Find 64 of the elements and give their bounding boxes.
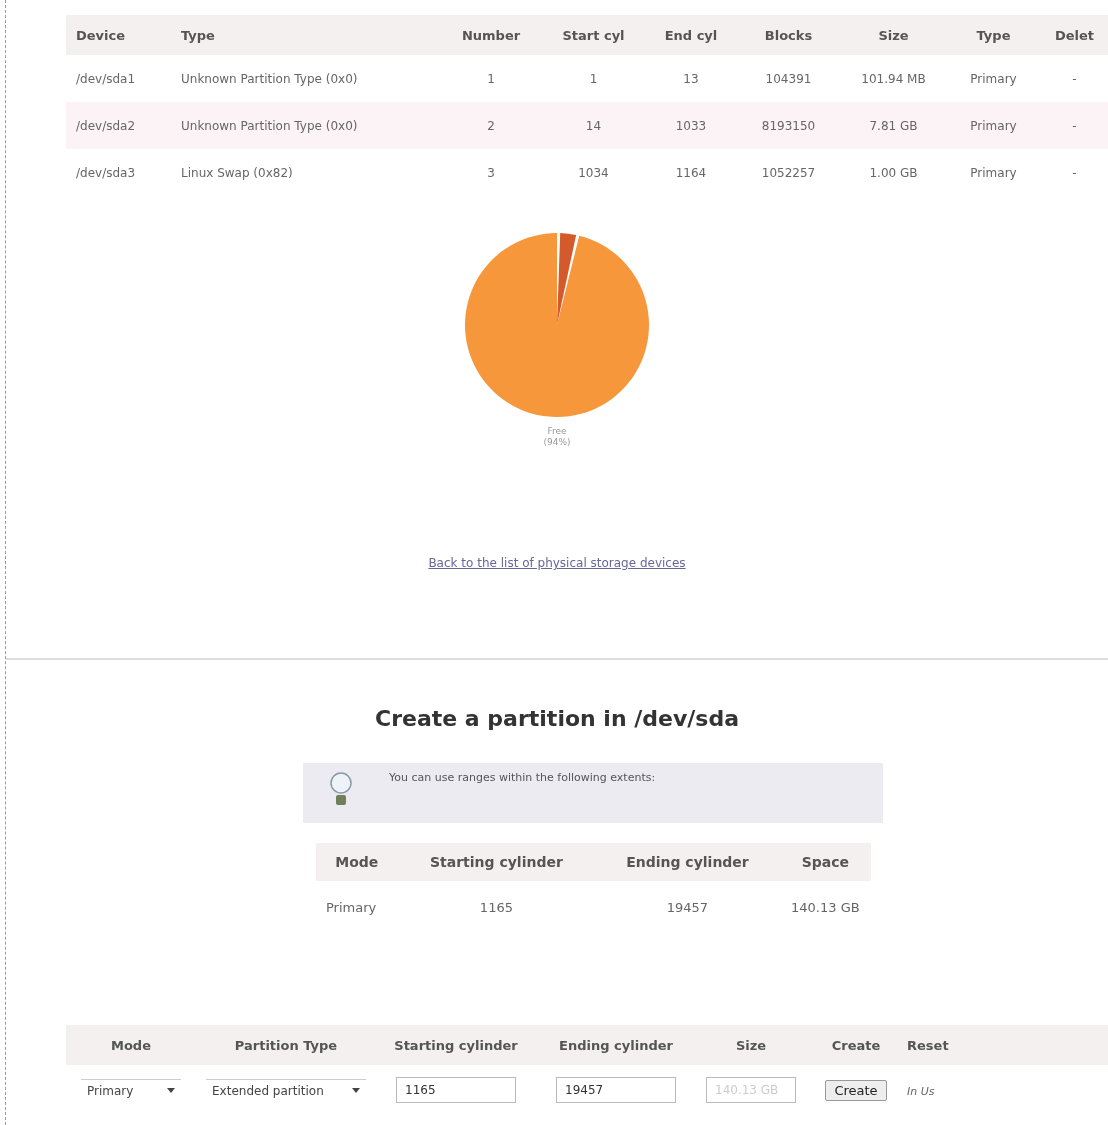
table-cell: 104391 [736, 55, 841, 102]
table-cell: 101.94 MB [841, 55, 946, 102]
column-header: Number [441, 15, 541, 55]
column-header: Blocks [736, 15, 841, 55]
table-cell: /dev/sda3 [66, 149, 171, 196]
column-header: Size [841, 15, 946, 55]
column-header: Create [806, 1025, 906, 1065]
column-header: Start cyl [541, 15, 646, 55]
table-cell: 140.13 GB [779, 881, 871, 933]
chart-label: Free [546, 426, 568, 437]
column-header: Type [946, 15, 1041, 55]
column-header: Starting cylinder [397, 843, 596, 881]
column-header: Delet [1041, 15, 1108, 55]
column-header: Reset [906, 1025, 1108, 1065]
table-cell: Primary [316, 881, 398, 933]
back-link[interactable]: Back to the list of physical storage devices [6, 556, 1108, 570]
column-header: Ending cylinder [536, 1025, 696, 1065]
table-cell: Primary [946, 149, 1041, 196]
table-cell: /dev/sda1 [66, 55, 171, 102]
table-cell: 3 [441, 149, 541, 196]
column-header: Size [696, 1025, 806, 1065]
table-cell: 1165 [397, 881, 596, 933]
create-button[interactable]: Create [825, 1079, 887, 1101]
section-title: Create a partition in /dev/sda [374, 706, 740, 731]
start-cylinder-field[interactable]: 1165 [396, 1077, 516, 1103]
column-header: Mode [316, 843, 398, 881]
table-cell: 1 [541, 55, 646, 102]
column-header: Partition Type [196, 1025, 376, 1065]
table-cell: 1164 [646, 149, 736, 196]
table-cell: 1.00 GB [841, 149, 946, 196]
table-cell: Primary [946, 55, 1041, 102]
table-cell: 1034 [541, 149, 646, 196]
chart-percent: (94%) [543, 437, 571, 448]
table-cell: 1033 [646, 102, 736, 149]
end-cylinder-field[interactable]: 19457 [556, 1077, 676, 1103]
partition-type-select[interactable]: Extended partition [206, 1078, 366, 1102]
column-header: End cyl [646, 15, 736, 55]
table-cell: Linux Swap (0x82) [171, 149, 441, 196]
table-cell: 19457 [595, 881, 780, 933]
table-cell: 14 [541, 102, 646, 149]
table-cell: 1052257 [736, 149, 841, 196]
table-cell: - [1041, 149, 1108, 196]
caret-icon [352, 1088, 360, 1093]
column-header: Type [171, 15, 441, 55]
table-cell: 7.81 GB [841, 102, 946, 149]
column-header: Ending cylinder [595, 843, 780, 881]
table-cell: 13 [646, 55, 736, 102]
column-header: Device [66, 15, 171, 55]
mode-select[interactable]: Primary [81, 1078, 181, 1102]
column-header: Mode [66, 1025, 196, 1065]
table-cell: 1 [441, 55, 541, 102]
status-text: In Us [907, 1084, 935, 1098]
table-cell: - [1041, 102, 1108, 149]
table-cell: - [1041, 55, 1108, 102]
table-cell: /dev/sda2 [66, 102, 171, 149]
info-text: You can use ranges within the following extents: [389, 771, 656, 786]
table-cell: Primary [946, 102, 1041, 149]
caret-icon [167, 1088, 175, 1093]
table-cell: 2 [441, 102, 541, 149]
table-cell: Unknown Partition Type (0x0) [171, 55, 441, 102]
column-header: Starting cylinder [376, 1025, 536, 1065]
column-header: Space [779, 843, 871, 881]
table-cell: Unknown Partition Type (0x0) [171, 102, 441, 149]
table-cell: 8193150 [736, 102, 841, 149]
